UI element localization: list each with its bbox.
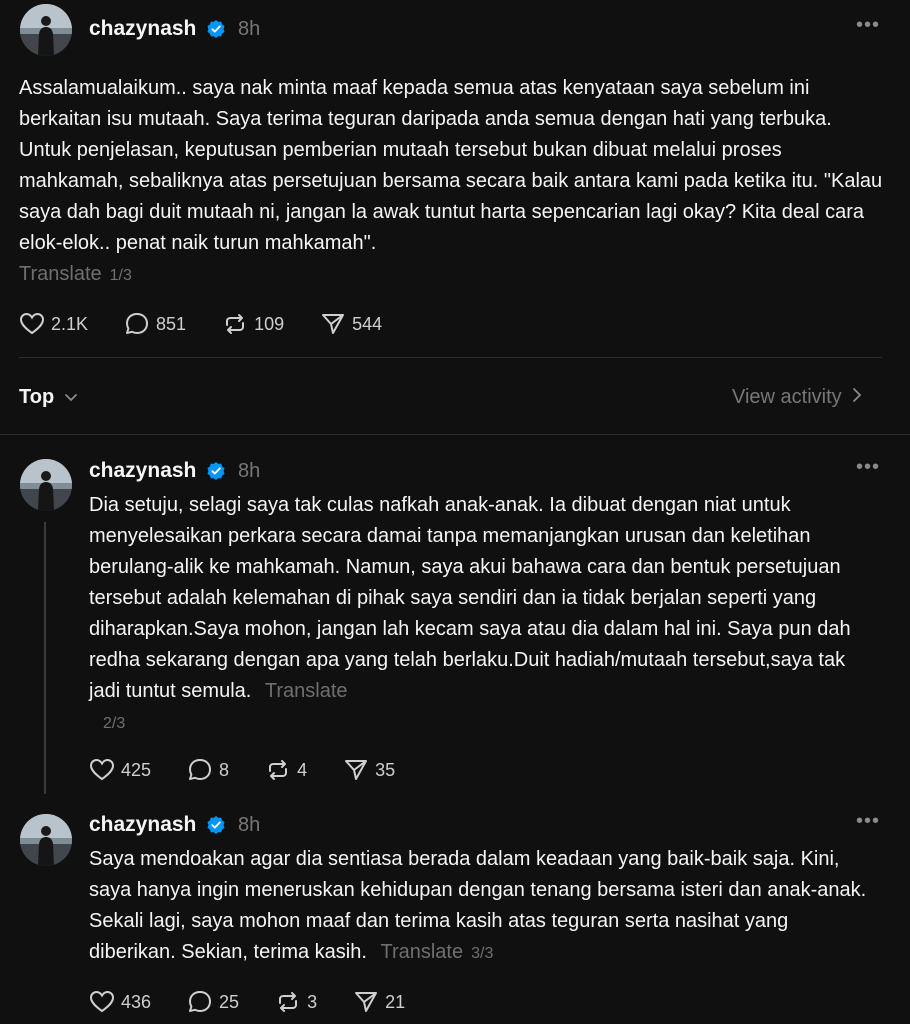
more-options-icon[interactable]: ••• <box>856 810 880 833</box>
repost-icon <box>226 314 245 334</box>
translate-link[interactable]: Translate <box>265 680 348 702</box>
more-options-icon[interactable]: ••• <box>856 456 880 479</box>
like-button[interactable]: 425 <box>89 758 151 782</box>
avatar[interactable] <box>20 4 72 56</box>
post-text-content: Assalamualaikum.. saya nak minta maaf ke… <box>19 77 883 254</box>
send-icon <box>345 760 368 780</box>
comment-button[interactable]: 8 <box>187 758 229 782</box>
heart-icon <box>89 990 115 1013</box>
share-count: 21 <box>385 991 406 1012</box>
heart-icon <box>89 758 115 781</box>
repost-button[interactable]: 109 <box>222 312 284 336</box>
comment-icon <box>189 991 212 1012</box>
translate-link[interactable]: Translate <box>380 941 463 963</box>
view-activity-link[interactable]: View activity <box>732 386 863 409</box>
post-actions: 436 25 3 21 <box>89 990 441 1014</box>
more-options-icon[interactable]: ••• <box>856 14 880 37</box>
chevron-right-icon <box>853 388 862 402</box>
post-text: Assalamualaikum.. saya nak minta maaf ke… <box>19 73 889 291</box>
post-time: 8h <box>238 18 261 40</box>
reply-post: chazynash 8h ••• Dia setuju, selagi saya… <box>0 440 910 810</box>
repost-button[interactable]: 3 <box>275 990 317 1014</box>
repost-count: 4 <box>297 759 308 780</box>
post-text: Dia setuju, selagi saya tak culas nafkah… <box>89 490 879 739</box>
comment-count: 851 <box>156 313 187 334</box>
like-button[interactable]: 436 <box>89 990 151 1014</box>
like-count: 2.1K <box>51 313 89 334</box>
post-text-content: Dia setuju, selagi saya tak culas nafkah… <box>89 494 851 702</box>
thread-line <box>44 522 46 794</box>
comment-count: 8 <box>219 759 230 780</box>
share-button[interactable]: 21 <box>353 990 405 1014</box>
thread-pager: 2/3 <box>103 715 126 732</box>
share-count: 544 <box>352 313 383 334</box>
avatar[interactable] <box>20 459 72 511</box>
comment-count: 25 <box>219 991 240 1012</box>
translate-link[interactable]: Translate <box>19 263 102 285</box>
avatar[interactable] <box>20 814 72 866</box>
post-time: 8h <box>238 460 261 482</box>
comment-icon <box>189 759 212 780</box>
username[interactable]: chazynash <box>89 17 196 41</box>
divider <box>19 357 882 358</box>
post-actions: 2.1K 851 109 544 <box>19 312 418 336</box>
thread-pager: 3/3 <box>471 945 494 962</box>
avatar-image <box>20 814 72 866</box>
comment-button[interactable]: 851 <box>124 312 186 336</box>
avatar-image <box>20 459 72 511</box>
main-post: chazynash 8h ••• Assalamualaikum.. saya … <box>0 0 910 360</box>
post-time: 8h <box>238 814 261 836</box>
thread-pager: 1/3 <box>109 267 132 284</box>
heart-icon <box>19 312 45 335</box>
like-button[interactable]: 2.1K <box>19 312 88 336</box>
send-icon <box>322 314 345 334</box>
like-count: 436 <box>121 991 152 1012</box>
share-button[interactable]: 35 <box>343 758 395 782</box>
sort-label: Top <box>19 386 55 408</box>
post-actions: 425 8 4 35 <box>89 758 431 782</box>
sort-dropdown[interactable]: Top <box>19 386 78 409</box>
share-count: 35 <box>375 759 396 780</box>
repost-icon <box>279 992 298 1012</box>
verified-badge-icon <box>207 462 225 480</box>
avatar-image <box>20 4 72 56</box>
reply-post: chazynash 8h ••• Saya mendoakan agar dia… <box>0 795 910 1024</box>
chevron-down-icon <box>64 394 77 402</box>
divider <box>0 434 910 435</box>
verified-badge-icon <box>207 20 225 38</box>
comment-icon <box>126 313 149 334</box>
username[interactable]: chazynash <box>89 813 196 837</box>
send-icon <box>355 992 378 1012</box>
post-text: Saya mendoakan agar dia sentiasa berada … <box>89 844 879 969</box>
username[interactable]: chazynash <box>89 459 196 483</box>
repost-button[interactable]: 4 <box>265 758 307 782</box>
repost-count: 3 <box>307 991 318 1012</box>
repost-count: 109 <box>254 313 285 334</box>
like-count: 425 <box>121 759 152 780</box>
share-button[interactable]: 544 <box>320 312 382 336</box>
verified-badge-icon <box>207 816 225 834</box>
sort-bar: Top View activity <box>0 370 910 435</box>
view-activity-label: View activity <box>732 386 842 408</box>
repost-icon <box>269 760 288 780</box>
comment-button[interactable]: 25 <box>187 990 239 1014</box>
